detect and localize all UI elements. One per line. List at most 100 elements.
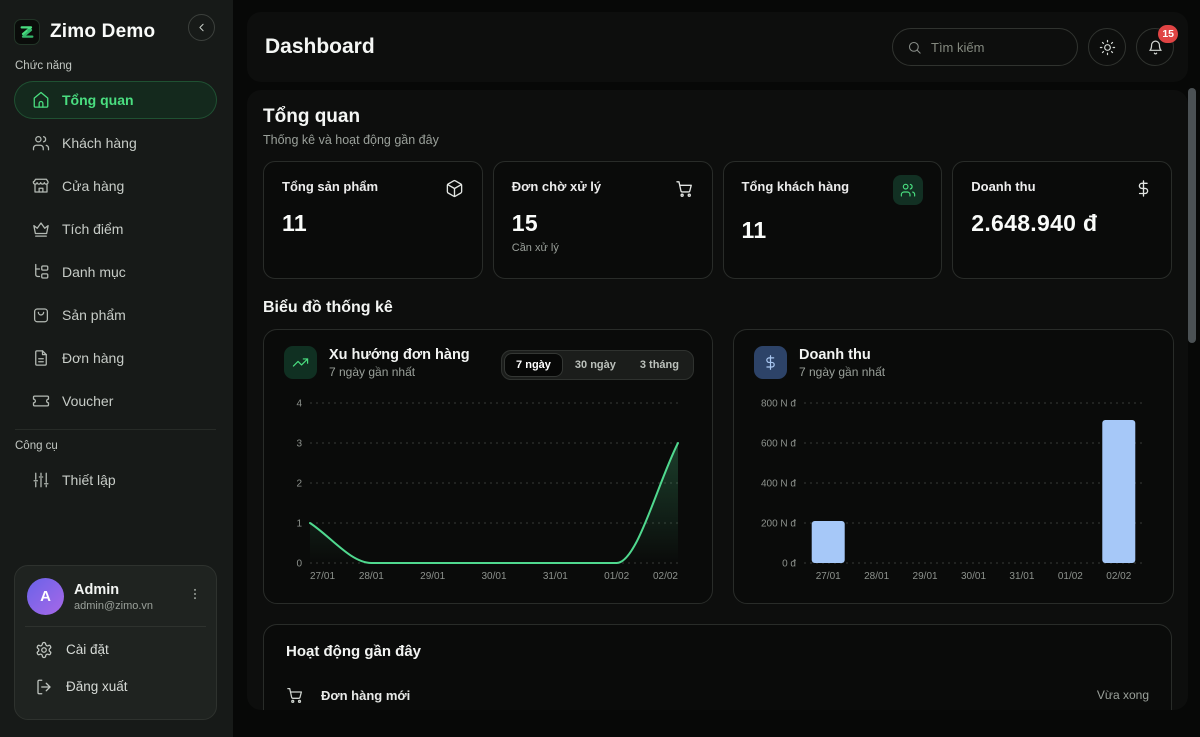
sliders-icon xyxy=(32,471,50,489)
sidebar-item-tich-diem[interactable]: Tích điểm xyxy=(14,210,217,248)
stat-label: Tổng khách hàng xyxy=(742,179,850,194)
gear-icon xyxy=(35,641,53,659)
charts-row: Xu hướng đơn hàng 7 ngày gần nhất 7 ngày… xyxy=(263,329,1172,604)
stat-card-customers: Tổng khách hàng 11 xyxy=(723,161,943,279)
trending-up-icon xyxy=(284,346,317,379)
user-email: admin@zimo.vn xyxy=(74,600,153,612)
svg-text:1: 1 xyxy=(296,519,302,530)
sidebar-item-thiet-lap[interactable]: Thiết lập xyxy=(14,461,217,499)
user-name: Admin xyxy=(74,582,153,598)
range-button[interactable]: 3 tháng xyxy=(629,354,690,376)
theme-toggle-button[interactable] xyxy=(1088,28,1126,66)
svg-text:4: 4 xyxy=(296,399,302,410)
stat-sub: Cần xử lý xyxy=(512,242,694,254)
sidebar-item-san-pham[interactable]: Sản phẩm xyxy=(14,296,217,334)
activity-item-time: Vừa xong xyxy=(1097,688,1149,702)
user-card: A Admin admin@zimo.vn Cài đặt Đăng xuất xyxy=(14,565,217,720)
sidebar-item-label: Đơn hàng xyxy=(62,350,124,366)
logo-row: Zimo Demo xyxy=(14,14,217,50)
search-box[interactable] xyxy=(892,28,1078,66)
user-menu-item-label: Cài đặt xyxy=(66,642,109,657)
chart-title: Xu hướng đơn hàng xyxy=(329,347,470,363)
svg-text:31/01: 31/01 xyxy=(543,571,568,582)
sidebar-section-tools: Công cụ xyxy=(15,440,217,452)
sidebar-item-label: Tổng quan xyxy=(62,92,134,108)
main-content: Tổng quan Thống kê và hoạt động gần đây … xyxy=(247,90,1188,710)
svg-text:3: 3 xyxy=(296,439,302,450)
sidebar-item-tong-quan[interactable]: Tổng quan xyxy=(14,81,217,119)
user-menu-kebab-icon[interactable] xyxy=(186,585,204,608)
activity-item[interactable]: Đơn hàng mới Vừa xong xyxy=(286,686,1149,704)
orders-trend-chart-card: Xu hướng đơn hàng 7 ngày gần nhất 7 ngày… xyxy=(263,329,713,604)
svg-text:30/01: 30/01 xyxy=(961,571,986,582)
sidebar-item-label: Danh mục xyxy=(62,264,126,280)
stat-card-products: Tổng sản phẩm 11 xyxy=(263,161,483,279)
scrollbar-thumb[interactable] xyxy=(1188,88,1196,343)
chart-subtitle: 7 ngày gần nhất xyxy=(799,365,885,379)
stat-value: 2.648.940 đ xyxy=(971,210,1153,237)
stat-card-pending-orders: Đơn chờ xử lý 15 Cần xử lý xyxy=(493,161,713,279)
sidebar-section-functions: Chức năng xyxy=(15,60,217,72)
chart-title: Doanh thu xyxy=(799,347,885,363)
svg-text:02/02: 02/02 xyxy=(653,571,678,582)
user-menu-logout[interactable]: Đăng xuất xyxy=(27,668,204,705)
user-menu-item-label: Đăng xuất xyxy=(66,679,128,694)
sidebar-collapse-button[interactable] xyxy=(188,14,215,41)
svg-text:29/01: 29/01 xyxy=(913,571,938,582)
stat-label: Đơn chờ xử lý xyxy=(512,179,601,194)
sidebar-item-label: Voucher xyxy=(62,393,113,409)
stat-value: 15 xyxy=(512,210,694,237)
chevron-left-icon xyxy=(195,21,208,34)
svg-text:200 N đ: 200 N đ xyxy=(761,519,796,530)
svg-text:800 N đ: 800 N đ xyxy=(761,399,796,410)
sidebar-item-label: Sản phẩm xyxy=(62,307,126,323)
page-title: Dashboard xyxy=(265,35,375,59)
zimo-logo-icon xyxy=(14,19,40,45)
users-icon xyxy=(32,134,50,152)
notifications-button[interactable]: 15 xyxy=(1136,28,1174,66)
svg-text:29/01: 29/01 xyxy=(420,571,445,582)
svg-text:01/02: 01/02 xyxy=(1058,571,1083,582)
sidebar-item-voucher[interactable]: Voucher xyxy=(14,382,217,420)
sidebar-item-label: Cửa hàng xyxy=(62,178,124,194)
search-input[interactable] xyxy=(931,40,1051,55)
user-menu-settings[interactable]: Cài đặt xyxy=(27,631,204,668)
stat-value: 11 xyxy=(742,217,924,244)
app-title: Zimo Demo xyxy=(50,21,155,43)
line-chart-plot: 0123427/0128/0129/0130/0131/0101/0202/02 xyxy=(284,393,692,583)
ticket-icon xyxy=(32,392,50,410)
svg-text:31/01: 31/01 xyxy=(1009,571,1034,582)
overview-subtitle: Thống kê và hoạt động gần đây xyxy=(263,133,1172,147)
range-button[interactable]: 30 ngày xyxy=(564,354,627,376)
crown-icon xyxy=(32,220,50,238)
orders-line-chart: 0123427/0128/0129/0130/0131/0101/0202/02 xyxy=(284,393,694,583)
cart-icon xyxy=(286,686,304,704)
sidebar-item-label: Khách hàng xyxy=(62,135,137,151)
sidebar-item-label: Thiết lập xyxy=(62,472,116,488)
sidebar-item-danh-muc[interactable]: Danh mục xyxy=(14,253,217,291)
package-icon xyxy=(445,179,464,198)
chart-subtitle: 7 ngày gần nhất xyxy=(329,365,470,379)
svg-text:2: 2 xyxy=(296,479,302,490)
svg-text:27/01: 27/01 xyxy=(816,571,841,582)
sidebar-item-khach-hang[interactable]: Khách hàng xyxy=(14,124,217,162)
sidebar-item-cua-hang[interactable]: Cửa hàng xyxy=(14,167,217,205)
sidebar: Zimo Demo Chức năng Tổng quan Khách hàng… xyxy=(0,0,233,737)
stat-card-revenue: Doanh thu 2.648.940 đ xyxy=(952,161,1172,279)
range-selector: 7 ngày30 ngày3 tháng xyxy=(501,350,694,380)
sidebar-item-label: Tích điểm xyxy=(62,221,123,237)
shopping-bag-icon xyxy=(32,306,50,324)
svg-text:28/01: 28/01 xyxy=(359,571,384,582)
charts-section-title: Biểu đồ thống kê xyxy=(263,299,1172,317)
sun-icon xyxy=(1099,39,1116,56)
svg-text:0 đ: 0 đ xyxy=(782,559,796,570)
logout-icon xyxy=(35,678,53,696)
stat-label: Tổng sản phẩm xyxy=(282,179,378,194)
sidebar-item-don-hang[interactable]: Đơn hàng xyxy=(14,339,217,377)
home-icon xyxy=(32,91,50,109)
user-card-divider xyxy=(25,626,206,627)
range-button[interactable]: 7 ngày xyxy=(505,354,562,376)
svg-text:02/02: 02/02 xyxy=(1106,571,1131,582)
sidebar-divider xyxy=(15,429,216,430)
avatar[interactable]: A xyxy=(27,578,64,615)
